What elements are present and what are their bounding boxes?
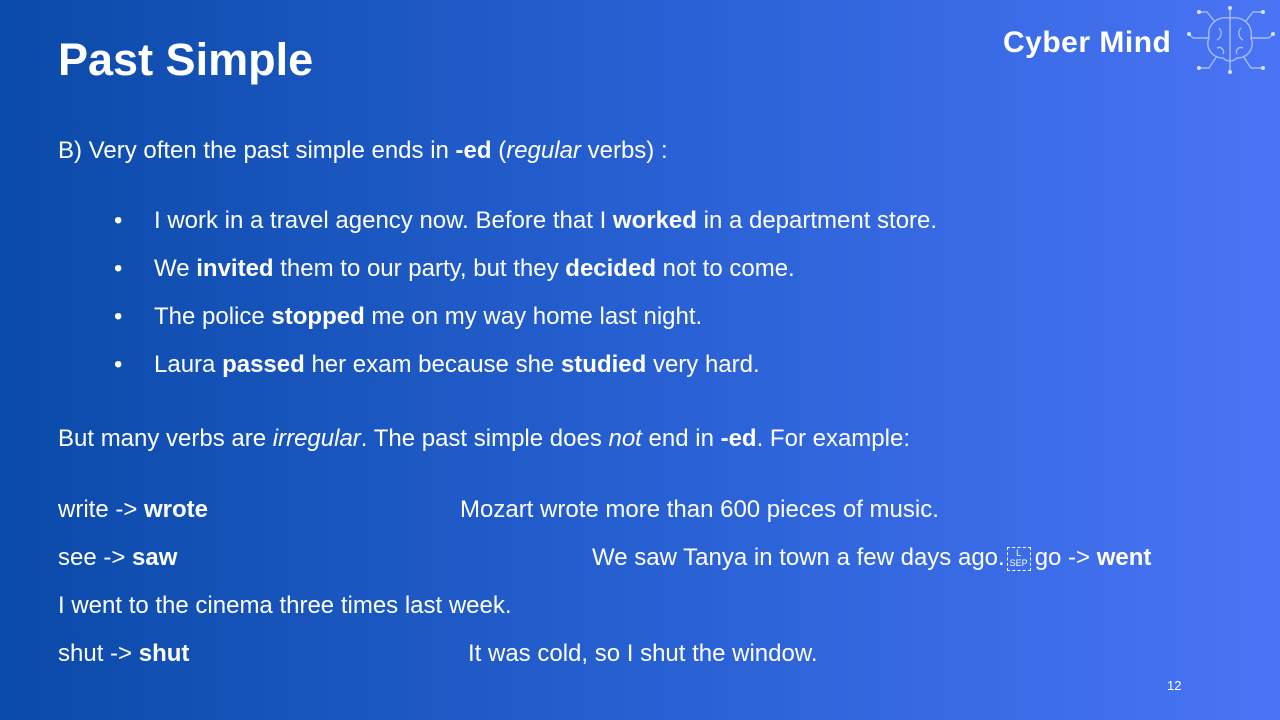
intro-prefix: B) Very often the past simple ends in	[58, 137, 456, 164]
verb-past: shut	[138, 640, 190, 667]
bullet-text: in a department store.	[696, 207, 938, 234]
bullet-icon: •	[114, 207, 123, 234]
logo-text: Cyber Mind	[1003, 26, 1172, 59]
verb-past: went	[1096, 544, 1152, 571]
bullet-text: me on my way home last night.	[364, 303, 703, 330]
irregular-suffix: . For example:	[756, 425, 910, 452]
bullet-icon: •	[114, 303, 123, 330]
bullet-verb: stopped	[271, 303, 365, 330]
intro-regular: regular	[506, 137, 581, 164]
regular-verb-examples: • I work in a travel agency now. Before …	[114, 207, 937, 399]
irregular-word: irregular	[272, 425, 361, 452]
example-shut: shut -> shut	[58, 640, 189, 668]
separator-glyph: L SEP	[1006, 546, 1031, 571]
bullet-text: I work in a travel agency now. Before th…	[154, 207, 613, 234]
example-shut-sentence: It was cold, so I shut the window.	[468, 640, 818, 667]
irregular-ed: -ed	[720, 425, 757, 452]
bullet-text: We	[154, 255, 197, 282]
bullet-verb: decided	[565, 255, 656, 282]
bullet-verb: worked	[612, 207, 697, 234]
verb-past: wrote	[144, 496, 209, 523]
bullet-verb: passed	[222, 351, 305, 378]
see-sentence: We saw Tanya in town a few days ago.	[592, 544, 1005, 571]
bullet-text: very hard.	[646, 351, 760, 378]
brain-circuit-icon	[1187, 6, 1275, 74]
bullet-text: her exam because she	[304, 351, 561, 378]
page-number: 12	[1167, 678, 1182, 693]
list-item: • Laura passed her exam because she stud…	[114, 351, 937, 399]
example-write-sentence: Mozart wrote more than 600 pieces of mus…	[460, 496, 939, 523]
example-see-sentence: We saw Tanya in town a few days ago. L SEP…	[592, 544, 1151, 572]
bullet-text: them to our party, but they	[273, 255, 566, 282]
list-item: • The police stopped me on my way home l…	[114, 303, 937, 351]
intro-suffix: verbs) :	[580, 137, 668, 164]
bullet-icon: •	[114, 351, 123, 378]
bullet-text: Laura	[154, 351, 223, 378]
example-went-sentence: I went to the cinema three times last we…	[58, 592, 512, 619]
irregular-middle2: end in	[641, 425, 721, 452]
irregular-line: But many verbs are irregular. The past s…	[58, 425, 910, 453]
bullet-verb: invited	[196, 255, 274, 282]
verb-base: see ->	[58, 544, 133, 571]
irregular-middle: . The past simple does	[360, 425, 609, 452]
slide-title: Past Simple	[58, 34, 314, 85]
example-write: write -> wrote	[58, 496, 208, 524]
cyber-mind-logo: Cyber Mind	[1003, 6, 1275, 74]
irregular-prefix: But many verbs are	[58, 425, 273, 452]
verb-base: shut ->	[58, 640, 139, 667]
verb-base: write ->	[58, 496, 145, 523]
intro-open-paren: (	[491, 137, 507, 164]
bullet-text: not to come.	[655, 255, 795, 282]
list-item: • We invited them to our party, but they…	[114, 255, 937, 303]
bullet-text: The police	[154, 303, 272, 330]
list-item: • I work in a travel agency now. Before …	[114, 207, 937, 255]
verb-base: go ->	[1034, 544, 1097, 571]
intro-ed: -ed	[455, 137, 492, 164]
bullet-verb: studied	[560, 351, 647, 378]
example-see: see -> saw	[58, 544, 177, 572]
intro-line: B) Very often the past simple ends in -e…	[58, 137, 668, 165]
verb-past: saw	[132, 544, 178, 571]
bullet-icon: •	[114, 255, 123, 282]
irregular-not: not	[608, 425, 642, 452]
